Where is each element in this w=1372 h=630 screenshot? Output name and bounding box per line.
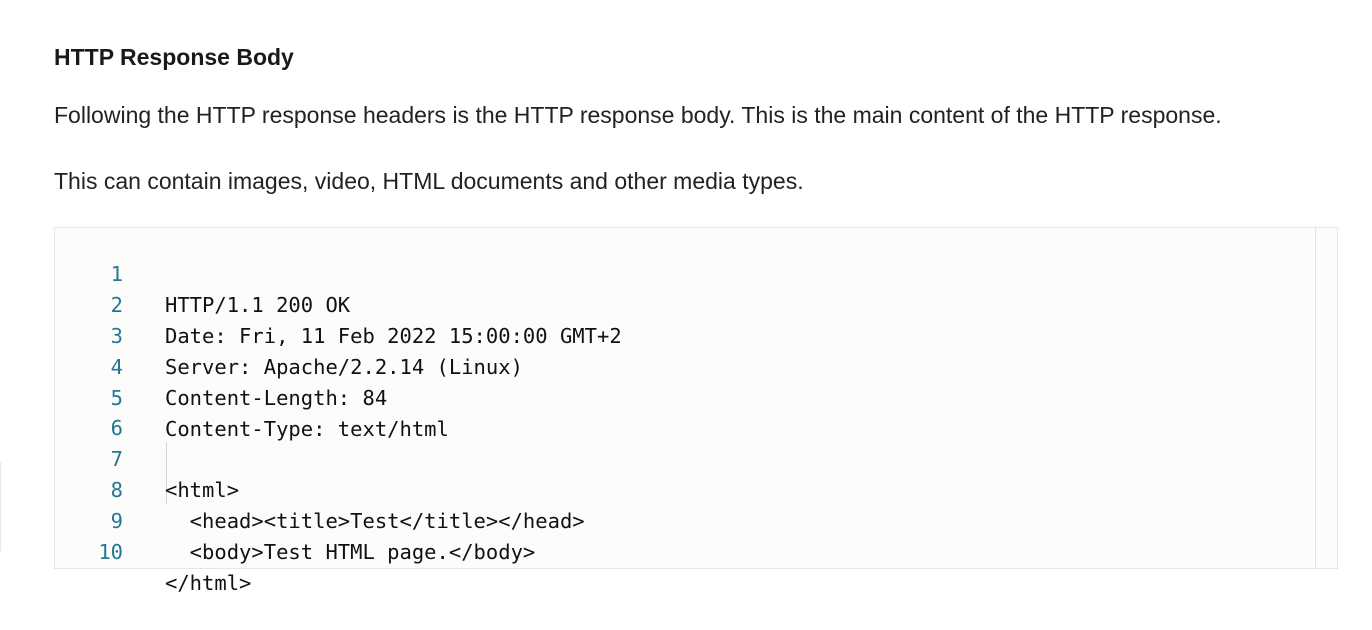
code-line: 9 <body>Test HTML page.</body> <box>55 475 1305 564</box>
paragraph-media-types: This can contain images, video, HTML doc… <box>54 168 804 194</box>
code-line: 6 <box>55 382 1305 440</box>
code-line: 7 <html> <box>55 413 1305 502</box>
code-line: 2 Date: Fri, 11 Feb 2022 15:00:00 GMT+2 <box>55 259 1305 348</box>
section-heading: HTTP Response Body <box>54 44 294 70</box>
code-line: 4 Content-Length: 84 <box>55 321 1305 410</box>
code-line: 10 </html> <box>55 506 1305 595</box>
paragraph-intro: Following the HTTP response headers is t… <box>54 102 1222 128</box>
page-edge-divider <box>0 462 1 551</box>
code-text[interactable]: </html> <box>165 568 251 599</box>
code-editor[interactable]: 1 HTTP/1.1 200 OK 2 Date: Fri, 11 Feb 20… <box>54 227 1338 595</box>
code-line: 8 <head><title>Test</title></head> <box>55 444 1305 533</box>
code-text[interactable]: <body>Test HTML page.</body> <box>165 537 536 568</box>
code-line: 5 Content-Type: text/html <box>55 352 1305 441</box>
code-line: 3 Server: Apache/2.2.14 (Linux) <box>55 290 1305 379</box>
line-number: 10 <box>98 540 123 564</box>
vertical-scrollbar[interactable] <box>1315 228 1337 568</box>
code-line: 1 HTTP/1.1 200 OK <box>55 228 1305 317</box>
